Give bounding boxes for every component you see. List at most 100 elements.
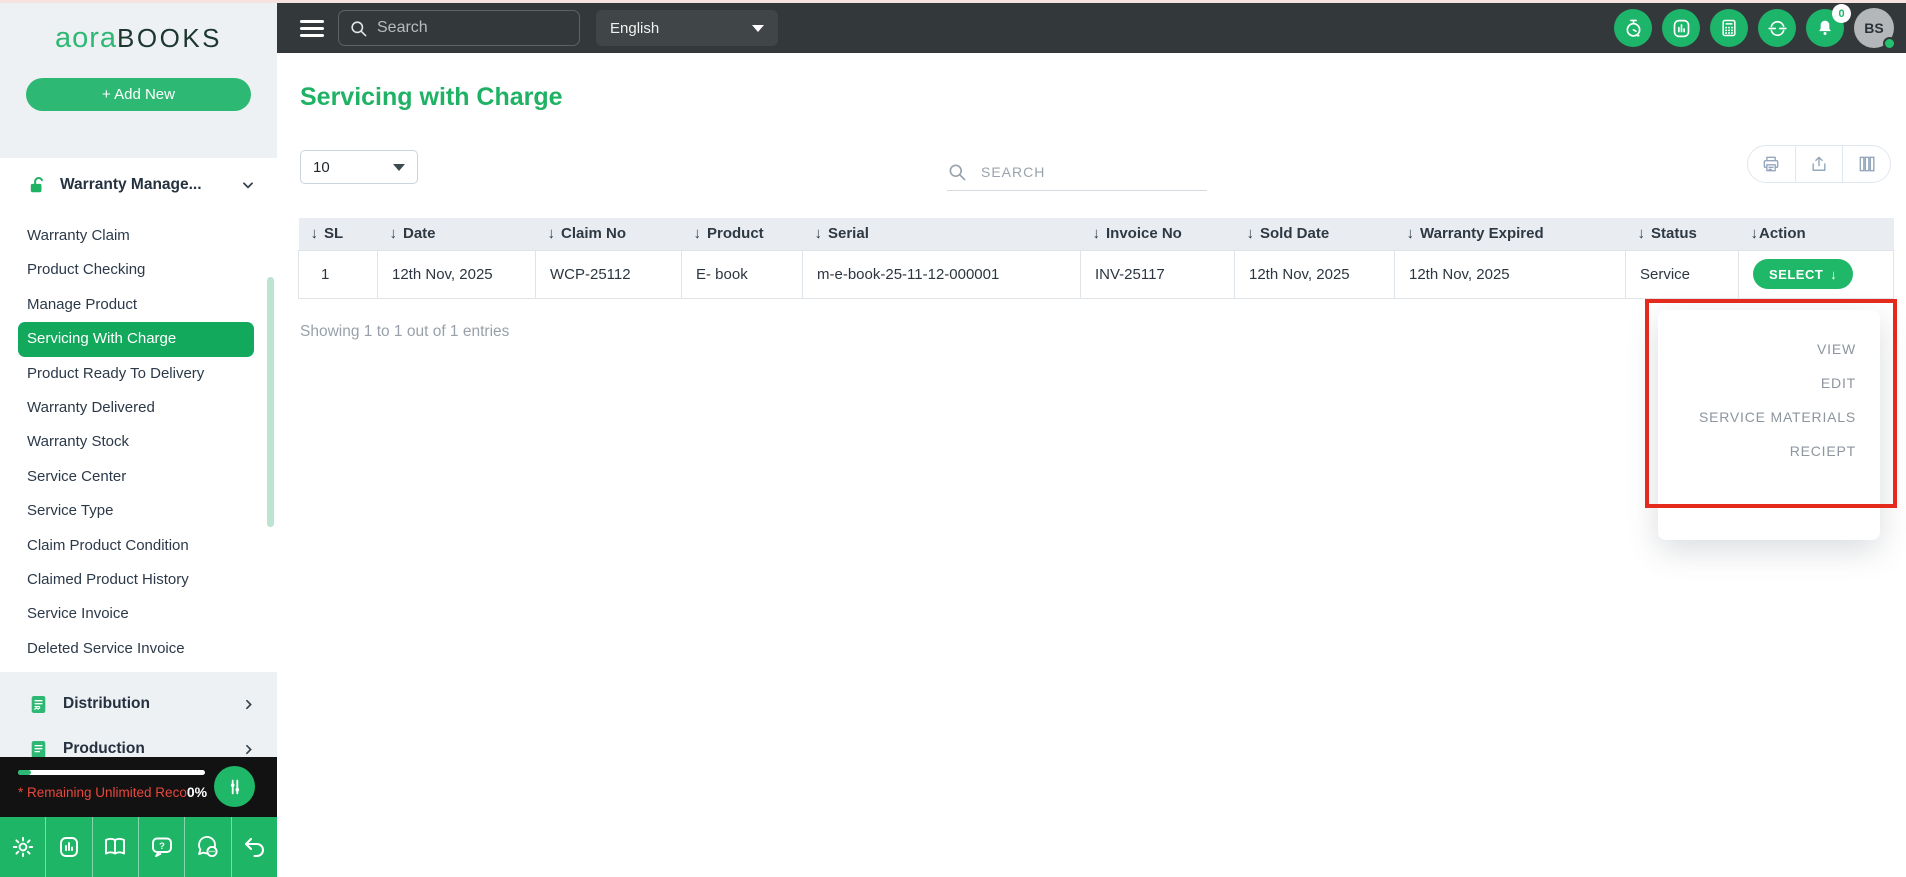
time-tracker-button[interactable] [1614,9,1652,47]
sort-icon: ↓ [1637,225,1646,243]
help-button[interactable]: ? [139,817,186,877]
sidebar-item-service-invoice[interactable]: Service Invoice [0,597,277,631]
calculator-icon [1722,19,1736,37]
timer-icon [1626,19,1640,37]
analytics-button[interactable] [1662,9,1700,47]
export-icon [1812,156,1826,171]
sidebar-section-distribution[interactable]: Distribution [0,686,277,722]
table-search-input[interactable] [981,163,1207,180]
calculator-button[interactable] [1710,9,1748,47]
column-header-sl[interactable]: ↓ SL [298,218,378,250]
cell-status: Service [1625,249,1739,299]
undo-button[interactable] [232,817,277,877]
cell-claim-no: WCP-25112 [535,249,682,299]
showing-entries-text: Showing 1 to 1 out of 1 entries [300,323,510,340]
cell-sold-date: 12th Nov, 2025 [1234,249,1395,299]
cell-action: SELECT ↓ [1738,249,1894,299]
online-status-dot [1883,37,1896,50]
page-size-select[interactable]: 10 [300,150,418,184]
menu-item-service-materials[interactable]: SERVICE MATERIALS [1658,400,1856,434]
column-header-action[interactable]: ↓Action [1738,218,1894,250]
column-header-product[interactable]: ↓ Product [681,218,803,250]
table-row: 1 12th Nov, 2025 WCP-25112 E- book m-e-b… [298,249,1894,299]
sidebar-item-product-checking[interactable]: Product Checking [0,253,277,287]
scanner-button[interactable] [1758,9,1796,47]
page-title: Servicing with Charge [300,83,563,111]
settings-button[interactable] [0,817,47,877]
sort-icon: ↓ [310,225,319,243]
select-button[interactable]: SELECT ↓ [1753,259,1854,289]
app-window: aoraBOOKS + Add New Warranty Manage... W… [0,0,1906,877]
table-header-row: ↓ SL ↓ Date ↓ Claim No ↓ Product ↓ Serial ↓ In… [298,218,1894,250]
column-header-claim-no[interactable]: ↓ Claim No [535,218,682,250]
sort-icon: ↓ [1246,225,1255,243]
global-search[interactable] [338,10,580,46]
action-dropdown-menu: VIEW EDIT SERVICE MATERIALS RECIEPT [1658,310,1880,540]
logo: aoraBOOKS [0,22,277,55]
user-avatar[interactable]: BS [1854,8,1896,50]
sidebar-item-product-ready-to-delivery[interactable]: Product Ready To Delivery [0,357,277,391]
sidebar-item-servicing-with-charge[interactable]: Servicing With Charge [18,322,254,357]
search-icon [351,20,367,36]
bell-icon [1819,20,1831,35]
sidebar-item-warranty-stock[interactable]: Warranty Stock [0,425,277,459]
chevron-right-icon [242,698,255,711]
global-search-input[interactable] [377,19,569,37]
scan-icon [1767,20,1787,36]
menu-item-view[interactable]: VIEW [1658,332,1856,366]
chat-button[interactable] [185,817,232,877]
language-select[interactable]: English [596,10,778,46]
column-header-invoice-no[interactable]: ↓ Invoice No [1080,218,1235,250]
sidebar-item-claim-product-condition[interactable]: Claim Product Condition [0,529,277,563]
cell-product: E- book [681,249,803,299]
sidebar-scrollbar[interactable] [267,277,274,527]
table-search[interactable] [947,153,1207,191]
gear-icon [12,836,33,858]
sidebar-item-deleted-service-invoice[interactable]: Deleted Service Invoice [0,632,277,666]
book-icon [105,837,126,855]
chevron-right-icon [242,743,255,756]
sidebar-item-claimed-product-history[interactable]: Claimed Product History [0,563,277,597]
sidebar-item-service-type[interactable]: Service Type [0,494,277,528]
notifications-button[interactable]: 0 [1806,4,1851,47]
top-accent-line [0,0,1906,3]
column-header-sold-date[interactable]: ↓ Sold Date [1234,218,1395,250]
page-size-value: 10 [313,158,330,176]
sidebar-item-manage-product[interactable]: Manage Product [0,288,277,322]
language-value: English [610,19,660,37]
lock-open-icon [30,176,43,192]
search-icon [949,164,966,180]
chevron-down-icon [752,24,764,32]
sort-icon: ↓ [814,225,823,243]
chat-icon [198,836,218,857]
reports-button[interactable] [46,817,93,877]
topbar: English [277,3,1906,53]
sidebar-item-warranty-delivered[interactable]: Warranty Delivered [0,391,277,425]
table-toolbar [1747,145,1891,183]
sidebar-item-service-center[interactable]: Service Center [0,460,277,494]
chevron-down-icon: ↓ [1830,266,1838,282]
sort-icon: ↓ [1092,225,1101,243]
sort-icon: ↓ [547,225,556,243]
usage-progress-fill [18,770,32,775]
cell-warranty-expired: 12th Nov, 2025 [1394,249,1626,299]
column-header-date[interactable]: ↓ Date [377,218,536,250]
print-button[interactable] [1748,146,1796,182]
export-button[interactable] [1796,146,1844,182]
columns-button[interactable] [1843,146,1890,182]
menu-item-edit[interactable]: EDIT [1658,366,1856,400]
column-header-serial[interactable]: ↓ Serial [802,218,1081,250]
documentation-button[interactable] [93,817,139,877]
printer-icon [1763,156,1779,172]
menu-icon[interactable] [300,16,324,41]
preferences-button[interactable] [214,766,255,807]
sidebar-section-warranty-management[interactable]: Warranty Manage... [0,158,277,212]
sidebar-bottom-toolbar: ? [0,817,277,877]
add-new-button[interactable]: + Add New [26,78,251,111]
column-header-warranty-expired[interactable]: ↓ Warranty Expired [1394,218,1626,250]
sidebar-item-warranty-claim[interactable]: Warranty Claim [0,219,277,253]
menu-item-reciept[interactable]: RECIEPT [1658,434,1856,468]
sliders-icon [230,779,239,794]
usage-progress-bar [18,770,205,775]
column-header-status[interactable]: ↓ Status [1625,218,1739,250]
